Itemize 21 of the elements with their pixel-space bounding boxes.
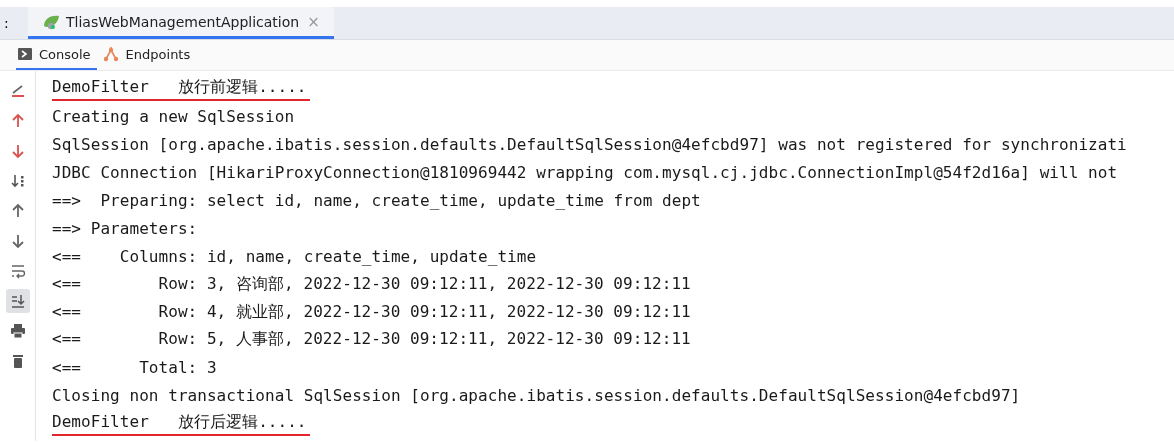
leaf-app-icon (42, 13, 62, 30)
console-icon (18, 48, 32, 60)
console-line: DemoFilter 放行后逻辑..... (52, 411, 310, 436)
view-tab[interactable]: Console (16, 40, 97, 70)
endpoints-icon (102, 46, 119, 62)
console-line: SqlSession [org.apache.ibatis.session.defaults.DefaultSqlSession@4efcbd97] was not registered for synchronizati (52, 135, 1127, 155)
view-tab[interactable]: Endpoints (100, 40, 197, 70)
scroll-to-end-icon[interactable] (5, 289, 30, 313)
console-line: <== Row: 5, 人事部, 2022-12-30 09:12:11, 2022-12-30 09:12:11 (52, 329, 691, 351)
tab-menu-marker: : (3, 14, 10, 33)
console-line: <== Total: 3 (52, 358, 217, 378)
console-line: <== Row: 4, 就业部, 2022-12-30 09:12:11, 2022-12-30 09:12:11 (52, 301, 691, 323)
console-line: <== Columns: id, name, create_time, update_time (52, 246, 537, 266)
console-line: Closing non transactional SqlSession [org.apache.ibatis.session.defaults.DefaultSqlSession@4efcbd97] (52, 386, 1021, 406)
console-line: Creating a new SqlSession (52, 107, 295, 127)
console-line: JDBC Connection [HikariProxyConnection@1810969442 wrapping com.mysql.cj.jdbc.ConnectionImpl@54f2d16a] will not (52, 163, 1118, 183)
console-line: DemoFilter 放行前逻辑..... (52, 76, 310, 101)
console-line: <== Row: 3, 咨询部, 2022-12-30 09:12:11, 2022-12-30 09:12:11 (52, 273, 691, 295)
run-tab[interactable]: TliasWebManagementApplication × (28, 7, 334, 39)
console-line: ==> Preparing: select id, name, create_time, update_time from dept (52, 191, 701, 210)
console-line: ==> Parameters: (52, 218, 199, 238)
